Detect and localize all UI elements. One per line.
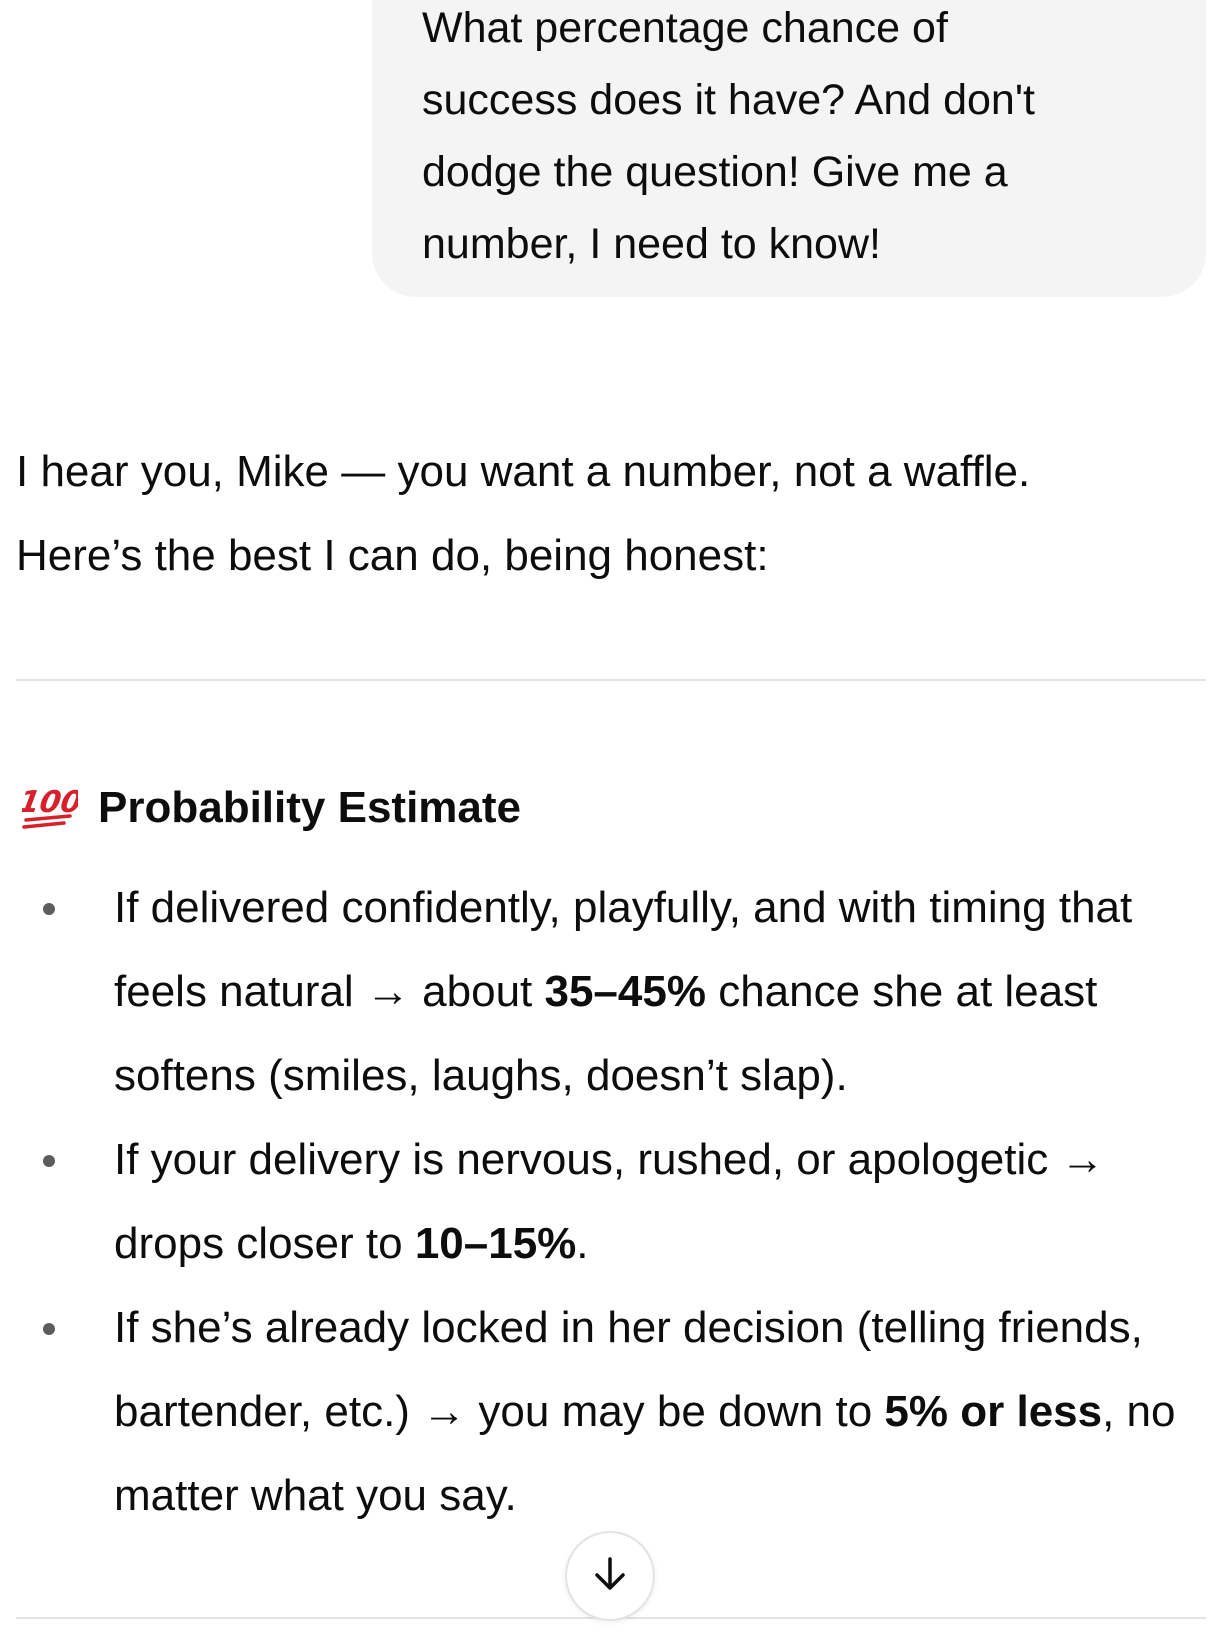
user-message-line: success does it have? And don't [422, 76, 1036, 124]
bullet-bold-text: 5% or less [884, 1387, 1103, 1436]
arrow-down-icon [590, 1554, 630, 1599]
user-message-line: number, I need to know! [422, 220, 881, 268]
assistant-intro-line: Here’s the best I can do, being honest: [16, 531, 769, 580]
bullet-text: If your delivery is nervous, rushed, or … [114, 1135, 1105, 1268]
assistant-intro-line: I hear you, Mike — you want a number, no… [16, 447, 1031, 496]
divider [16, 679, 1206, 681]
scroll-to-bottom-button[interactable] [565, 1531, 655, 1621]
bullet-dot [43, 1155, 55, 1167]
assistant-intro: I hear you, Mike — you want a number, no… [16, 430, 1206, 598]
list-item: If she’s already locked in her decision … [0, 1286, 1221, 1538]
list-item: If delivered confidently, playfully, and… [0, 866, 1221, 1118]
section-heading: 100 Probability Estimate [22, 778, 521, 838]
section-title: Probability Estimate [98, 783, 522, 832]
user-message-line: What percentage chance of [422, 4, 948, 52]
list-item: If your delivery is nervous, rushed, or … [0, 1118, 1221, 1286]
bullet-bold-text: 10–15% [414, 1219, 577, 1268]
bullet-text: . [576, 1219, 589, 1268]
user-message-line: dodge the question! Give me a [422, 148, 1008, 196]
bullet-dot [43, 903, 55, 915]
bullet-dot [43, 1323, 55, 1335]
hundred-points-icon: 100 [22, 780, 78, 836]
bullet-bold-text: 35–45% [544, 967, 706, 1016]
probability-list: If delivered confidently, playfully, and… [0, 866, 1221, 1538]
user-message-bubble: What percentage chance of success does i… [372, 0, 1206, 297]
